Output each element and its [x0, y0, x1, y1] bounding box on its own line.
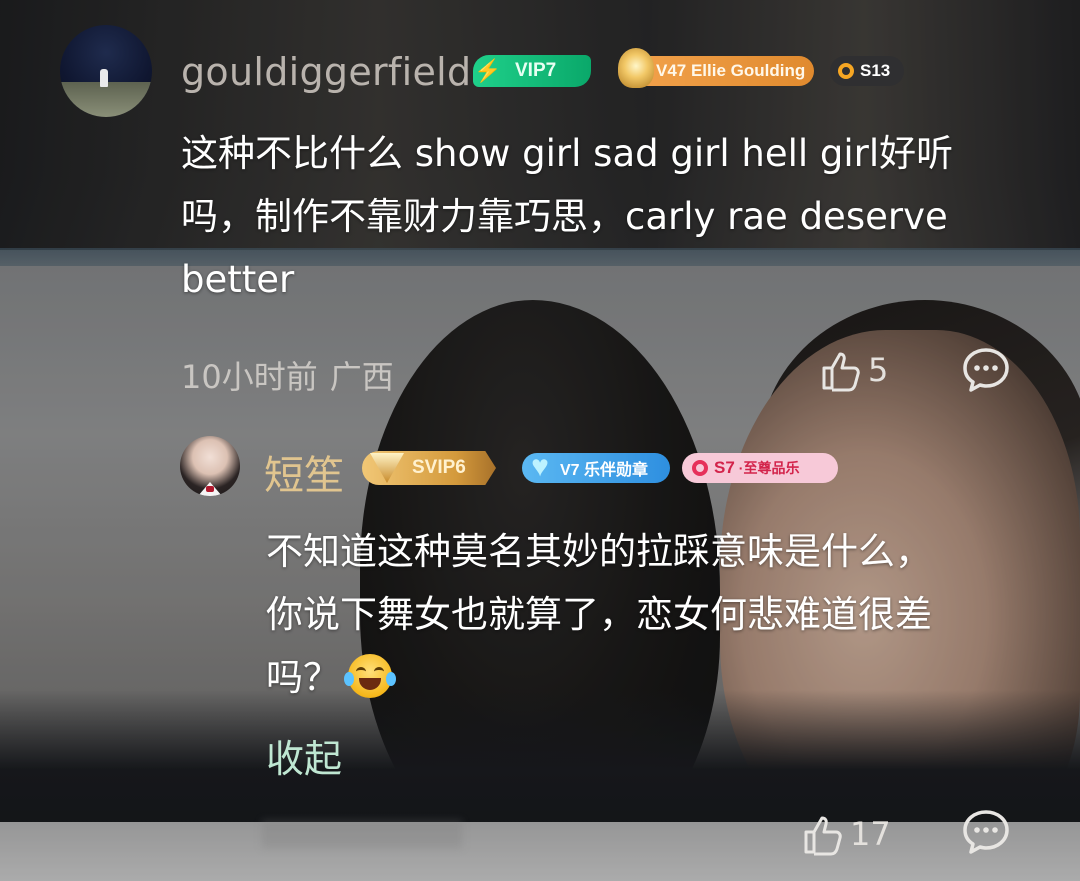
thumbs-up-icon: [804, 816, 842, 856]
comment-line: 吗？: [266, 656, 340, 699]
season-badge-label: S13: [860, 61, 891, 80]
like-button[interactable]: 17: [798, 810, 891, 858]
like-count: 5: [868, 351, 889, 389]
comment-line: 吗，制作不靠财力靠巧思，carly rae deserve: [181, 195, 948, 238]
ring-icon: [838, 63, 854, 79]
medal-icon: [618, 48, 654, 88]
comment-line: better: [181, 258, 295, 301]
like-count: 17: [850, 815, 891, 853]
heart-icon: ♥: [531, 450, 549, 483]
comment-line: 不知道这种莫名其妙的拉踩意味是什么，: [266, 530, 932, 573]
season-badge-label: S7: [714, 458, 735, 477]
fan-badge[interactable]: ♥ V7 乐伴勋章: [522, 450, 670, 483]
comment-text: 这种不比什么 show girl sad girl hell girl好听 吗，…: [181, 122, 1021, 311]
comment-line-last: 吗？: [266, 646, 1036, 709]
comment-meta: 10小时前 广西: [181, 352, 394, 398]
avatar[interactable]: [180, 436, 240, 496]
comment-bubble-icon[interactable]: [962, 808, 1010, 856]
svip-badge[interactable]: SVIP6: [362, 451, 496, 485]
vip-badge[interactable]: ⚡ VIP7: [473, 55, 591, 87]
season-badge[interactable]: S7 ·至尊品乐: [682, 453, 838, 483]
comment-bubble-icon[interactable]: [962, 346, 1010, 394]
fan-badge-label: V7 乐伴勋章: [560, 462, 649, 479]
laughing-tears-emoji: [344, 653, 396, 698]
comment-time: 10小时前: [181, 358, 318, 396]
svip-badge-label: SVIP6: [412, 457, 466, 478]
fan-badge-label: V47 Ellie Goulding: [656, 61, 806, 80]
comment-region: 广西: [329, 358, 394, 396]
v-icon: [370, 453, 404, 483]
season-badge-sub: ·至尊品乐: [738, 460, 800, 476]
season-badge[interactable]: S13: [830, 56, 904, 86]
ring-icon: [692, 460, 708, 476]
comment-text: 不知道这种莫名其妙的拉踩意味是什么， 你说下舞女也就算了，恋女何悲难道很差 吗？: [266, 520, 1036, 709]
avatar[interactable]: [60, 25, 152, 117]
lightning-icon: ⚡: [474, 58, 502, 83]
comment-line: 这种不比什么 show girl sad girl hell girl好听: [181, 132, 954, 175]
username[interactable]: gouldiggerfield: [181, 50, 471, 94]
comment-line: 你说下舞女也就算了，恋女何悲难道很差: [266, 593, 932, 636]
username[interactable]: 短笙: [264, 443, 345, 501]
like-button[interactable]: 5: [816, 346, 888, 394]
fan-badge[interactable]: V47 Ellie Goulding: [618, 48, 814, 88]
vip-badge-label: VIP7: [515, 60, 557, 81]
next-comment-username: [262, 820, 462, 848]
collapse-button[interactable]: 收起: [266, 728, 342, 783]
thumbs-up-icon: [822, 352, 860, 392]
